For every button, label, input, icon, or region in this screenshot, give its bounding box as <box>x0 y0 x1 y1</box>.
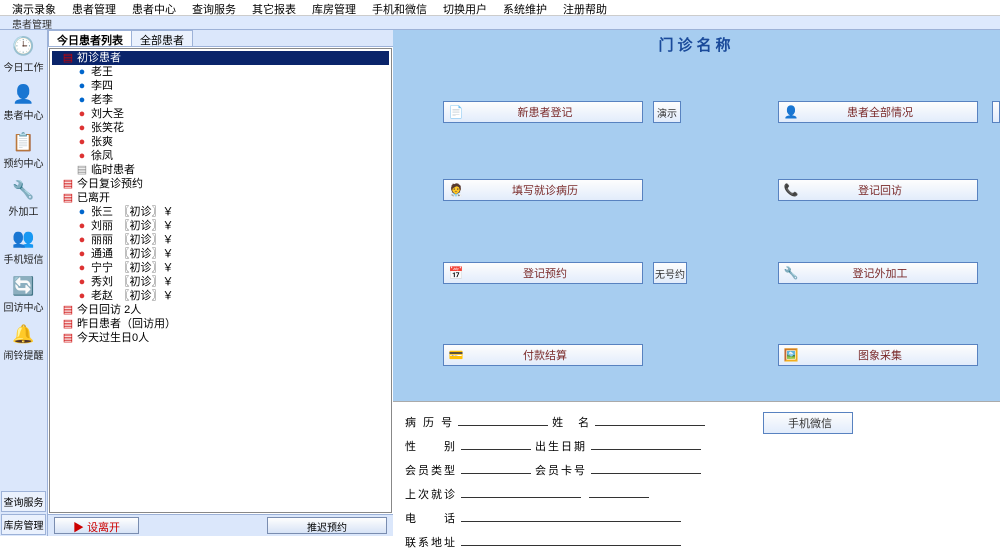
arrow-icon: ▶ <box>73 522 87 534</box>
tree-node[interactable]: ● 李四 <box>52 79 389 93</box>
left-nav: 🕒今日工作👤患者中心📋预约中心🔧外加工👥手机短信🔄回访中心🔔闹铃提醒 查询服务 … <box>0 30 48 536</box>
tree-node[interactable]: ▤ 初诊患者 <box>52 51 389 65</box>
tab[interactable]: 全部患者 <box>131 30 193 46</box>
tree-node[interactable]: ▤ 今天过生日0人 <box>52 331 389 345</box>
menu-item[interactable]: 查询服务 <box>184 0 244 15</box>
left-bottom-store[interactable]: 库房管理 <box>1 514 46 535</box>
button-label: 登记外加工 <box>803 265 977 281</box>
button-label: 填写就诊病历 <box>468 182 642 198</box>
nav-label: 闹铃提醒 <box>4 347 44 362</box>
menubar: 演示录象患者管理患者中心查询服务其它报表库房管理手机和微信切换用户系统维护注册帮… <box>0 0 1000 16</box>
menu-item[interactable]: 患者管理 <box>64 0 124 15</box>
menu-item[interactable]: 其它报表 <box>244 0 304 15</box>
tree-node[interactable]: ● 通通 〖初诊〗￥ <box>52 247 389 261</box>
nav-icon: 📋 <box>12 130 36 154</box>
tree-node[interactable]: ● 秀刘 〖初诊〗￥ <box>52 275 389 289</box>
tree-node[interactable]: ● 老王 <box>52 65 389 79</box>
button-icon: 🖼️ <box>783 347 799 363</box>
nav-item[interactable]: 📋预约中心 <box>0 126 47 174</box>
set-leave-button[interactable]: ▶ 设离开 <box>54 517 139 534</box>
tab[interactable]: 今日患者列表 <box>48 30 132 46</box>
button-label: 登记预约 <box>468 265 642 281</box>
tree-node[interactable]: ▤ 今日复诊预约 <box>52 177 389 191</box>
patient-tree[interactable]: ▤ 初诊患者● 老王● 李四● 老李● 刘大圣● 张笑花● 张爽● 徐凤▤ 临时… <box>49 48 392 513</box>
nav-label: 患者中心 <box>4 107 44 122</box>
nav-icon: 🔔 <box>12 322 36 346</box>
tree-node[interactable]: ● 张笑花 <box>52 121 389 135</box>
subbar: 患者管理 <box>0 16 1000 30</box>
button-icon: 📅 <box>448 265 464 281</box>
extern-button[interactable]: 🔧登记外加工 <box>778 262 978 284</box>
button-label: 新患者登记 <box>468 104 642 120</box>
menu-item[interactable]: 注册帮助 <box>555 0 615 15</box>
menu-item[interactable]: 演示录象 <box>4 0 64 15</box>
tree-node[interactable]: ▤ 昨日患者（回访用） <box>52 317 389 331</box>
submenu-item[interactable]: 患者管理 <box>6 16 58 29</box>
tree-node[interactable]: ● 张三 〖初诊〗￥ <box>52 205 389 219</box>
nav-item[interactable]: 👤患者中心 <box>0 78 47 126</box>
nav-item[interactable]: 🔄回访中心 <box>0 270 47 318</box>
button-label: 患者全部情况 <box>803 104 977 120</box>
tree-node[interactable]: ● 张爽 <box>52 135 389 149</box>
image-capture-button[interactable]: 🖼️图象采集 <box>778 344 978 366</box>
button-icon: 🔧 <box>783 265 799 281</box>
tree-node[interactable]: ● 老李 <box>52 93 389 107</box>
nav-label: 今日工作 <box>4 59 44 74</box>
left-bottom-query[interactable]: 查询服务 <box>1 491 46 512</box>
tree-node[interactable]: ▤ 今日回访 2人 <box>52 303 389 317</box>
patient-tabs: 今日患者列表全部患者 <box>48 30 393 47</box>
delay-appoint-button[interactable]: 推迟预约 <box>267 517 387 534</box>
tree-node[interactable]: ● 丽丽 〖初诊〗￥ <box>52 233 389 247</box>
nav-label: 预约中心 <box>4 155 44 170</box>
button-label: 付款结算 <box>468 347 642 363</box>
demo-button[interactable]: 演示 <box>653 101 681 123</box>
menu-item[interactable]: 手机和微信 <box>364 0 435 15</box>
nav-item[interactable]: 🔧外加工 <box>0 174 47 222</box>
edge1-button[interactable] <box>992 101 1000 123</box>
menu-item[interactable]: 系统维护 <box>495 0 555 15</box>
visit-log-button[interactable]: 📞登记回访 <box>778 179 978 201</box>
button-icon: 💳 <box>448 347 464 363</box>
tree-node[interactable]: ● 老赵 〖初诊〗￥ <box>52 289 389 303</box>
nav-icon: 👤 <box>12 82 36 106</box>
payment-button[interactable]: 💳付款结算 <box>443 344 643 366</box>
all-info-button[interactable]: 👤患者全部情况 <box>778 101 978 123</box>
patient-form: 病 历 号姓 名 性 别出生日期 会员类型会员卡号 上次就诊 电 话 联系地址 <box>393 401 1000 536</box>
nav-label: 回访中心 <box>4 299 44 314</box>
nav-icon: 🔄 <box>12 274 36 298</box>
button-label: 图象采集 <box>803 347 977 363</box>
nav-item[interactable]: 🔔闹铃提醒 <box>0 318 47 366</box>
button-label: 登记回访 <box>803 182 977 198</box>
button-icon: 👤 <box>783 104 799 120</box>
tree-node[interactable]: ▤ 已离开 <box>52 191 389 205</box>
menu-item[interactable]: 患者中心 <box>124 0 184 15</box>
action-buttons-area: 📄新患者登记演示👤患者全部情况🧑‍⚕️填写就诊病历📞登记回访📅登记预约无号约🔧登… <box>393 59 1000 401</box>
no-appoint-button[interactable]: 无号约 <box>653 262 687 284</box>
tree-node[interactable]: ● 宁宁 〖初诊〗￥ <box>52 261 389 275</box>
menu-item[interactable]: 库房管理 <box>304 0 364 15</box>
clinic-title: 门诊名称 <box>393 30 1000 59</box>
button-icon: 📞 <box>783 182 799 198</box>
nav-label: 外加工 <box>9 203 39 218</box>
tree-node[interactable]: ● 刘大圣 <box>52 107 389 121</box>
new-patient-button[interactable]: 📄新患者登记 <box>443 101 643 123</box>
nav-icon: 🕒 <box>12 34 36 58</box>
nav-item[interactable]: 👥手机短信 <box>0 222 47 270</box>
mobile-wechat-button[interactable]: 手机微信 <box>763 412 853 434</box>
nav-icon: 🔧 <box>12 178 36 202</box>
fill-record-button[interactable]: 🧑‍⚕️填写就诊病历 <box>443 179 643 201</box>
menu-item[interactable]: 切换用户 <box>435 0 495 15</box>
button-icon: 🧑‍⚕️ <box>448 182 464 198</box>
tree-node[interactable]: ● 徐凤 <box>52 149 389 163</box>
nav-label: 手机短信 <box>4 251 44 266</box>
button-icon: 📄 <box>448 104 464 120</box>
nav-item[interactable]: 🕒今日工作 <box>0 30 47 78</box>
nav-icon: 👥 <box>12 226 36 250</box>
tree-node[interactable]: ● 刘丽 〖初诊〗￥ <box>52 219 389 233</box>
tree-node[interactable]: ▤ 临时患者 <box>52 163 389 177</box>
appoint-button[interactable]: 📅登记预约 <box>443 262 643 284</box>
